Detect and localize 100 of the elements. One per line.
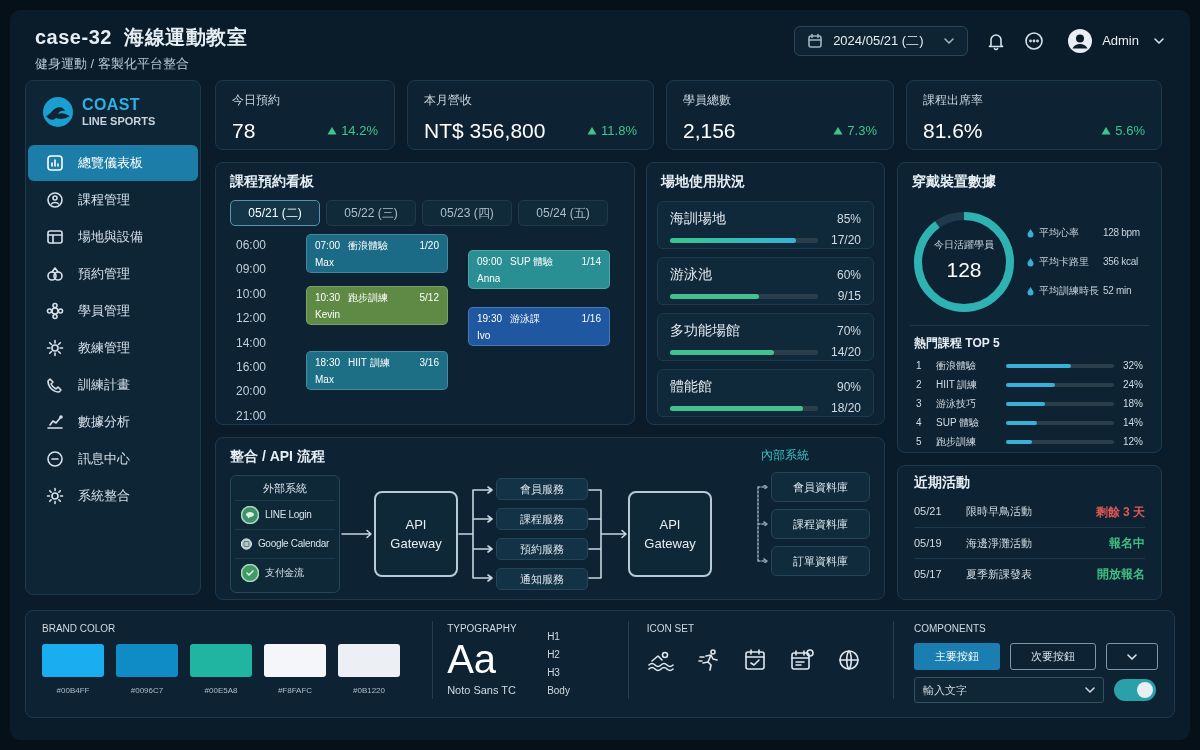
class-card[interactable]: 18:30 HIIT 訓練 3/16 Max (306, 351, 448, 390)
drop-icon (1026, 256, 1035, 267)
caret-icon (1084, 684, 1097, 696)
course-percent: 32% (1123, 359, 1143, 373)
kpi-change: 14.2% (341, 122, 378, 140)
primary-button[interactable]: 主要按鈕 (914, 643, 1001, 670)
select-field[interactable]: 輸入文字 (914, 677, 1105, 703)
time-label: 21:00 (236, 407, 268, 425)
kpi-value: 78 (232, 118, 256, 144)
sidebar-item[interactable]: 預約管理 (28, 256, 198, 292)
sidebar-item[interactable]: 課程管理 (28, 182, 198, 218)
course-percent: 14% (1123, 416, 1143, 430)
course-name: 游泳技巧 (936, 397, 977, 411)
panel-title: 近期活動 (914, 473, 971, 492)
drop-icon (1026, 227, 1035, 238)
coach-name: Max (315, 256, 335, 270)
database-box: 會員資料庫 (771, 472, 870, 502)
stat-value: 52 min (1103, 284, 1132, 298)
day-tab[interactable]: 05/22 (三) (326, 200, 416, 226)
menu-item-icon (46, 265, 64, 283)
sidebar-item[interactable]: 學員管理 (28, 293, 198, 329)
class-count: 1/14 (581, 255, 601, 269)
venue-percent: 60% (836, 266, 861, 284)
up-triangle-icon (587, 126, 598, 136)
course-percent: 24% (1123, 378, 1143, 392)
section-title: 熱門課程 TOP 5 (914, 335, 1001, 352)
database-box: 課程資料庫 (771, 509, 870, 539)
secondary-button[interactable]: 次要按鈕 (1010, 643, 1097, 670)
event-name: 限時早鳥活動 (966, 504, 1032, 520)
globe-icon (836, 648, 861, 672)
sidebar-item[interactable]: 教練管理 (28, 330, 198, 366)
class-time: 19:30 (477, 312, 503, 326)
venue-percent: 90% (836, 378, 861, 396)
type-level: H2 (547, 648, 561, 662)
panel-title: 穿戴裝置數據 (912, 172, 997, 191)
running-icon (696, 648, 721, 672)
day-tab[interactable]: 05/24 (五) (518, 200, 608, 226)
coach-name: Kevin (315, 308, 341, 322)
sidebar-item[interactable]: 數據分析 (28, 404, 198, 440)
rank-number: 1 (916, 359, 923, 373)
service-box: 會員服務 (496, 478, 588, 500)
course-name: 跑步訓練 (936, 435, 977, 449)
sidebar-item[interactable]: 總覽儀表板 (28, 145, 198, 181)
chat-icon[interactable] (1024, 31, 1045, 51)
gateway-box: API Gateway (628, 491, 712, 577)
class-card[interactable]: 09:00 SUP 體驗 1/14 Anna (468, 250, 610, 289)
menu-item-icon (46, 450, 64, 468)
class-time: 07:00 (315, 239, 341, 253)
stat-label: 平均心率 (1039, 226, 1080, 240)
class-count: 1/20 (419, 239, 439, 253)
course-name: 衝浪體驗 (936, 359, 977, 373)
class-name: 衝浪體驗 (348, 239, 389, 253)
gateway-box: API Gateway (374, 491, 458, 577)
class-card[interactable]: 07:00 衝浪體驗 1/20 Max (306, 234, 448, 273)
caret-icon (943, 35, 956, 47)
event-status: 報名中 (1109, 535, 1145, 552)
type-level: H1 (547, 630, 561, 644)
rank-number: 5 (916, 435, 923, 449)
class-time: 09:00 (477, 255, 503, 269)
type-level: Body (547, 684, 570, 698)
course-name: SUP 體驗 (936, 416, 981, 430)
date-picker[interactable]: 2024/05/21 (二) (794, 26, 969, 56)
menu-item-icon (46, 339, 64, 357)
up-triangle-icon (833, 126, 844, 136)
panel-title: 課程預約看板 (230, 172, 315, 191)
stat-label: 平均訓練時長 (1039, 284, 1100, 298)
drop-icon (1026, 285, 1035, 296)
class-card[interactable]: 10:30 跑步訓練 5/12 Kevin (306, 286, 448, 325)
class-card[interactable]: 19:30 游泳課 1/16 Ivo (468, 307, 610, 346)
section-title: BRAND COLOR (42, 622, 117, 636)
menu-item-icon (46, 376, 64, 394)
color-code: #0096C7 (130, 685, 164, 697)
time-label: 12:00 (236, 310, 268, 328)
kpi-change: 11.8% (601, 122, 637, 140)
sidebar-item[interactable]: 訊息中心 (28, 441, 198, 477)
day-tab[interactable]: 05/23 (四) (422, 200, 512, 226)
panel-title: 整合 / API 流程 (230, 447, 326, 466)
dropdown-button[interactable] (1106, 643, 1159, 670)
kpi-change: 5.6% (1115, 122, 1145, 140)
user-menu[interactable]: Admin (1068, 29, 1165, 53)
time-label: 06:00 (236, 237, 268, 254)
day-tab[interactable]: 05/21 (二) (230, 200, 320, 226)
sidebar-item[interactable]: 訓練計畫 (28, 367, 198, 403)
course-name: HIIT 訓練 (936, 378, 979, 392)
time-label: 14:00 (236, 334, 268, 352)
venue-name: 體能館 (670, 377, 712, 396)
class-count: 5/12 (419, 291, 439, 305)
rank-number: 3 (916, 397, 923, 411)
database-box: 訂單資料庫 (771, 546, 870, 576)
brand-tagline: LINE SPORTS (82, 116, 156, 127)
sidebar-item[interactable]: 場地與設備 (28, 219, 198, 255)
class-time: 10:30 (315, 291, 341, 305)
toggle-switch[interactable] (1114, 679, 1157, 701)
course-percent: 12% (1123, 435, 1143, 449)
kpi-change: 7.3% (847, 122, 877, 140)
sidebar-item[interactable]: 系統整合 (28, 478, 198, 514)
page-title: case-32 海線運動教室 (35, 25, 247, 50)
kpi-value: 2,156 (683, 118, 736, 144)
venue-name: 海訓場地 (670, 209, 726, 228)
kpi-label: 學員總數 (683, 92, 732, 109)
